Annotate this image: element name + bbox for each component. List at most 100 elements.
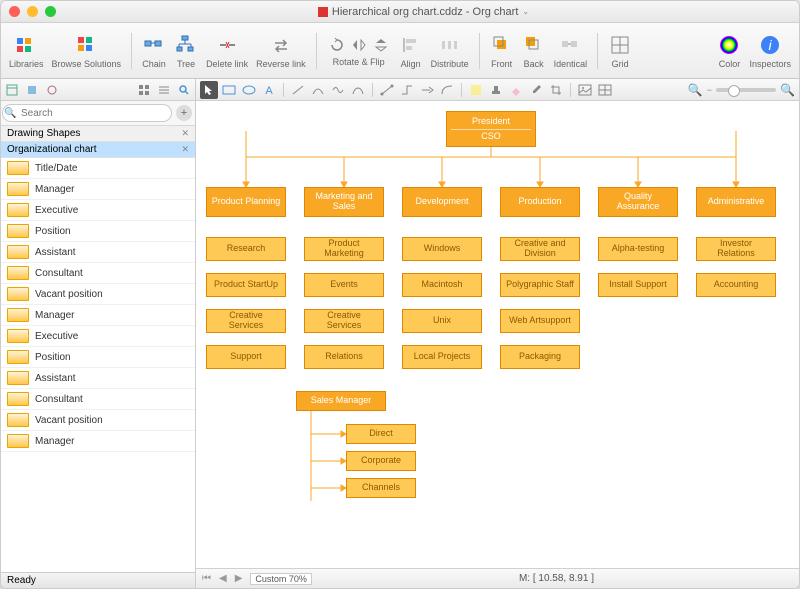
reverse-link-button[interactable]: Reverse link [256,33,306,69]
line-tool-icon[interactable] [289,81,307,99]
stamp-tool-icon[interactable] [487,81,505,99]
page-nav-next-icon[interactable]: ▶ [235,573,243,584]
org-node[interactable]: Support [206,345,286,369]
text-tool-icon[interactable]: A [260,81,278,99]
org-node[interactable]: Macintosh [402,273,482,297]
color-button[interactable]: Color [717,33,741,69]
org-node[interactable]: Events [304,273,384,297]
shape-item[interactable]: Executive [1,200,195,221]
shape-item[interactable]: Position [1,347,195,368]
pointer-tool-icon[interactable] [200,81,218,99]
chain-button[interactable]: Chain [142,33,166,69]
libraries-button[interactable]: Libraries [9,33,44,69]
shape-list[interactable]: Title/Date Manager Executive Position As… [1,158,195,572]
org-node[interactable]: Creative Services [304,309,384,333]
shape-item[interactable]: Title/Date [1,158,195,179]
shape-item[interactable]: Manager [1,431,195,452]
org-node[interactable]: Creative and Division [500,237,580,261]
view-list-icon[interactable] [157,83,171,97]
rotate-flip-button[interactable]: Rotate & Flip [327,35,391,67]
connector-smart-icon[interactable] [398,81,416,99]
zoom-window-button[interactable] [45,6,56,17]
search-input[interactable] [2,104,172,122]
org-node[interactable]: Unix [402,309,482,333]
minimize-window-button[interactable] [27,6,38,17]
canvas[interactable]: President CSO Product Planning Marketing… [196,101,799,568]
org-node[interactable]: Windows [402,237,482,261]
back-button[interactable]: Back [522,33,546,69]
org-node[interactable]: Relations [304,345,384,369]
org-node[interactable]: Corporate [346,451,416,471]
org-node[interactable]: Marketing and Sales [304,187,384,217]
zoom-in-icon[interactable]: 🔍 [780,83,795,97]
org-node[interactable]: Development [402,187,482,217]
connector-round-icon[interactable] [438,81,456,99]
shape-item[interactable]: Manager [1,179,195,200]
org-node-sales-manager[interactable]: Sales Manager [296,391,386,411]
org-node-president[interactable]: President CSO [446,111,536,147]
inspectors-button[interactable]: i Inspectors [749,33,791,69]
view-grid-icon[interactable] [137,83,151,97]
delete-link-button[interactable]: Delete link [206,33,248,69]
image-tool-icon[interactable] [576,81,594,99]
org-node[interactable]: Direct [346,424,416,444]
zoom-slider[interactable] [716,88,776,92]
org-node[interactable]: Accounting [696,273,776,297]
page-nav-prev-icon[interactable]: ◀ [219,573,227,584]
org-node[interactable]: Polygraphic Staff [500,273,580,297]
org-node[interactable]: Install Support [598,273,678,297]
close-window-button[interactable] [9,6,20,17]
rect-tool-icon[interactable] [220,81,238,99]
panel-tab-2-icon[interactable] [25,83,39,97]
shape-item[interactable]: Position [1,221,195,242]
shape-item[interactable]: Consultant [1,263,195,284]
org-node[interactable]: Product StartUp [206,273,286,297]
front-button[interactable]: Front [490,33,514,69]
browse-solutions-button[interactable]: Browse Solutions [52,33,122,69]
shape-item[interactable]: Assistant [1,242,195,263]
org-node[interactable]: Web Artsupport [500,309,580,333]
connector-arrow-icon[interactable] [418,81,436,99]
close-icon[interactable]: ✕ [181,128,189,139]
spline-tool-icon[interactable] [329,81,347,99]
eraser-tool-icon[interactable] [507,81,525,99]
zoom-out-icon[interactable]: 🔍 [688,83,703,97]
chevron-down-icon[interactable]: ⌄ [522,7,529,16]
org-node[interactable]: Packaging [500,345,580,369]
shape-item[interactable]: Executive [1,326,195,347]
org-node[interactable]: Product Planning [206,187,286,217]
page-nav-first-icon[interactable]: ⏮ [202,573,211,584]
close-icon[interactable]: ✕ [181,144,189,155]
marker-tool-icon[interactable] [467,81,485,99]
shape-item[interactable]: Consultant [1,389,195,410]
org-node[interactable]: Administrative [696,187,776,217]
grid-button[interactable]: Grid [608,33,632,69]
ellipse-tool-icon[interactable] [240,81,258,99]
search-toggle-icon[interactable] [177,83,191,97]
identical-button[interactable]: Identical [554,33,588,69]
align-button[interactable]: Align [399,33,423,69]
crop-tool-icon[interactable] [547,81,565,99]
arc-tool-icon[interactable] [309,81,327,99]
shape-item[interactable]: Assistant [1,368,195,389]
category-organizational-chart[interactable]: Organizational chart✕ [1,142,195,158]
panel-tab-1-icon[interactable] [5,83,19,97]
org-node[interactable]: Quality Assurance [598,187,678,217]
org-node[interactable]: Production [500,187,580,217]
shape-item[interactable]: Vacant position [1,410,195,431]
org-node[interactable]: Investor Relations [696,237,776,261]
eyedropper-tool-icon[interactable] [527,81,545,99]
shape-item[interactable]: Manager [1,305,195,326]
table-tool-icon[interactable] [596,81,614,99]
distribute-button[interactable]: Distribute [431,33,469,69]
org-node[interactable]: Creative Services [206,309,286,333]
tree-button[interactable]: Tree [174,33,198,69]
shape-item[interactable]: Vacant position [1,284,195,305]
category-drawing-shapes[interactable]: Drawing Shapes✕ [1,126,195,142]
org-node[interactable]: Product Marketing [304,237,384,261]
org-node[interactable]: Channels [346,478,416,498]
org-node[interactable]: Research [206,237,286,261]
zoom-dropdown[interactable]: Custom 70% [250,573,312,585]
add-button-icon[interactable]: + [176,105,192,121]
bezier-tool-icon[interactable] [349,81,367,99]
